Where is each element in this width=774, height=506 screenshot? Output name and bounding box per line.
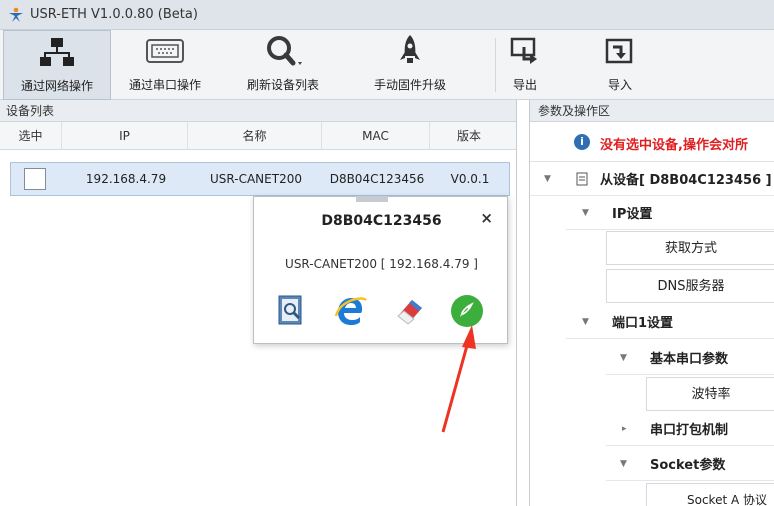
params-panel: 参数及操作区 i 没有选中设备,操作会对所 ▼ 从设备[ D8B04C12345… [529,100,774,506]
app-logo-icon [9,7,23,22]
refresh-device-list-label: 刷新设备列表 [246,78,319,92]
packet-mechanism-label: 串口打包机制 [650,423,729,438]
export-icon [510,37,537,64]
serial-mode-button[interactable]: 通过串口操作 [115,30,215,100]
export-label: 导出 [512,78,537,92]
socket-params-label: Socket参数 [650,458,726,473]
serial-params-label: 基本串口参数 [650,352,729,367]
tree-ip-settings[interactable]: ▼ IP设置 [566,196,774,230]
socket-a-protocol-label: Socket A 协议 [687,493,768,506]
firmware-upgrade-button[interactable]: 手动固件升级 [360,30,460,100]
obtain-method-label: 获取方式 [664,241,717,256]
tree-packet-mechanism[interactable]: ▸ 串口打包机制 [606,412,774,446]
chevron-right-icon[interactable]: ▸ [622,424,627,434]
column-mac[interactable]: MAC [322,122,430,150]
network-mode-label: 通过网络操作 [20,79,93,93]
no-selection-notice: i 没有选中设备,操作会对所 [530,122,774,162]
info-icon: i [574,134,590,150]
close-icon[interactable]: × [480,209,493,227]
device-table-header: 选中 IP 名称 MAC 版本 [0,122,516,150]
column-selected[interactable]: 选中 [0,122,62,150]
baud-rate-label: 波特率 [691,387,731,402]
export-button[interactable]: 导出 [500,30,550,100]
column-ip[interactable]: IP [62,122,188,150]
column-name[interactable]: 名称 [188,122,322,150]
field-obtain-method[interactable]: 获取方式 [606,231,774,265]
notice-text: 没有选中设备,操作会对所 [600,138,748,153]
upgrade-rocket-icon[interactable] [450,294,484,328]
toolbar: 通过网络操作 通过串口操作 刷新设备列表 手动固件升级 导出 导入 [0,30,774,100]
params-header: 参数及操作区 [530,100,774,122]
window-title: USR-ETH V1.0.0.80 (Beta) [30,7,198,22]
chevron-down-icon[interactable]: ▼ [544,174,551,184]
network-icon [40,38,74,66]
search-icon [267,36,302,66]
network-mode-button[interactable]: 通过网络操作 [3,30,111,100]
column-version[interactable]: 版本 [430,122,508,150]
field-socket-a-protocol[interactable]: Socket A 协议 [646,483,774,506]
browser-icon[interactable] [334,294,368,328]
import-button[interactable]: 导入 [590,30,650,100]
popup-subtitle: USR-CANET200 [ 192.168.4.79 ] [285,257,478,271]
import-label: 导入 [607,78,632,92]
chevron-down-icon[interactable]: ▼ [620,459,627,469]
refresh-device-list-button[interactable]: 刷新设备列表 [228,30,338,100]
chevron-down-icon[interactable]: ▼ [582,208,589,218]
row-ip: 192.168.4.79 [85,172,167,186]
row-name: USR-CANET200 [210,172,302,186]
port1-settings-label: 端口1设置 [612,316,674,331]
inspect-icon[interactable] [274,294,308,328]
eraser-icon[interactable] [392,294,426,328]
tree-port1-settings[interactable]: ▼ 端口1设置 [566,305,774,339]
title-bar: USR-ETH V1.0.0.80 (Beta) [0,0,774,30]
tree-socket-params[interactable]: ▼ Socket参数 [606,447,774,481]
field-dns-server[interactable]: DNS服务器 [606,269,774,303]
row-select-checkbox[interactable] [24,168,46,190]
rocket-icon [400,35,420,63]
popup-actions [272,294,502,330]
popup-grip[interactable] [356,196,388,202]
tree-serial-params[interactable]: ▼ 基本串口参数 [606,341,774,375]
tree-root[interactable]: ▼ 从设备[ D8B04C123456 ] [530,162,774,196]
device-list-header: 设备列表 [0,100,516,122]
dns-server-label: DNS服务器 [657,279,725,294]
tree-root-label: 从设备[ D8B04C123456 ] [600,173,772,188]
firmware-upgrade-label: 手动固件升级 [373,78,446,92]
chevron-down-icon[interactable]: ▼ [582,317,589,327]
device-popup: D8B04C123456 × USR-CANET200 [ 192.168.4.… [253,196,508,344]
popup-title: D8B04C123456 [321,213,442,229]
ip-settings-label: IP设置 [612,207,653,222]
import-icon [605,38,633,64]
document-icon [576,172,588,186]
row-mac: D8B04C123456 [329,172,425,186]
serial-mode-label: 通过串口操作 [128,78,201,92]
serial-port-icon [146,39,184,63]
table-row[interactable]: 192.168.4.79 USR-CANET200 D8B04C123456 V… [10,162,510,196]
row-version: V0.0.1 [450,172,490,186]
field-baud-rate[interactable]: 波特率 [646,377,774,411]
chevron-down-icon[interactable]: ▼ [620,353,627,363]
